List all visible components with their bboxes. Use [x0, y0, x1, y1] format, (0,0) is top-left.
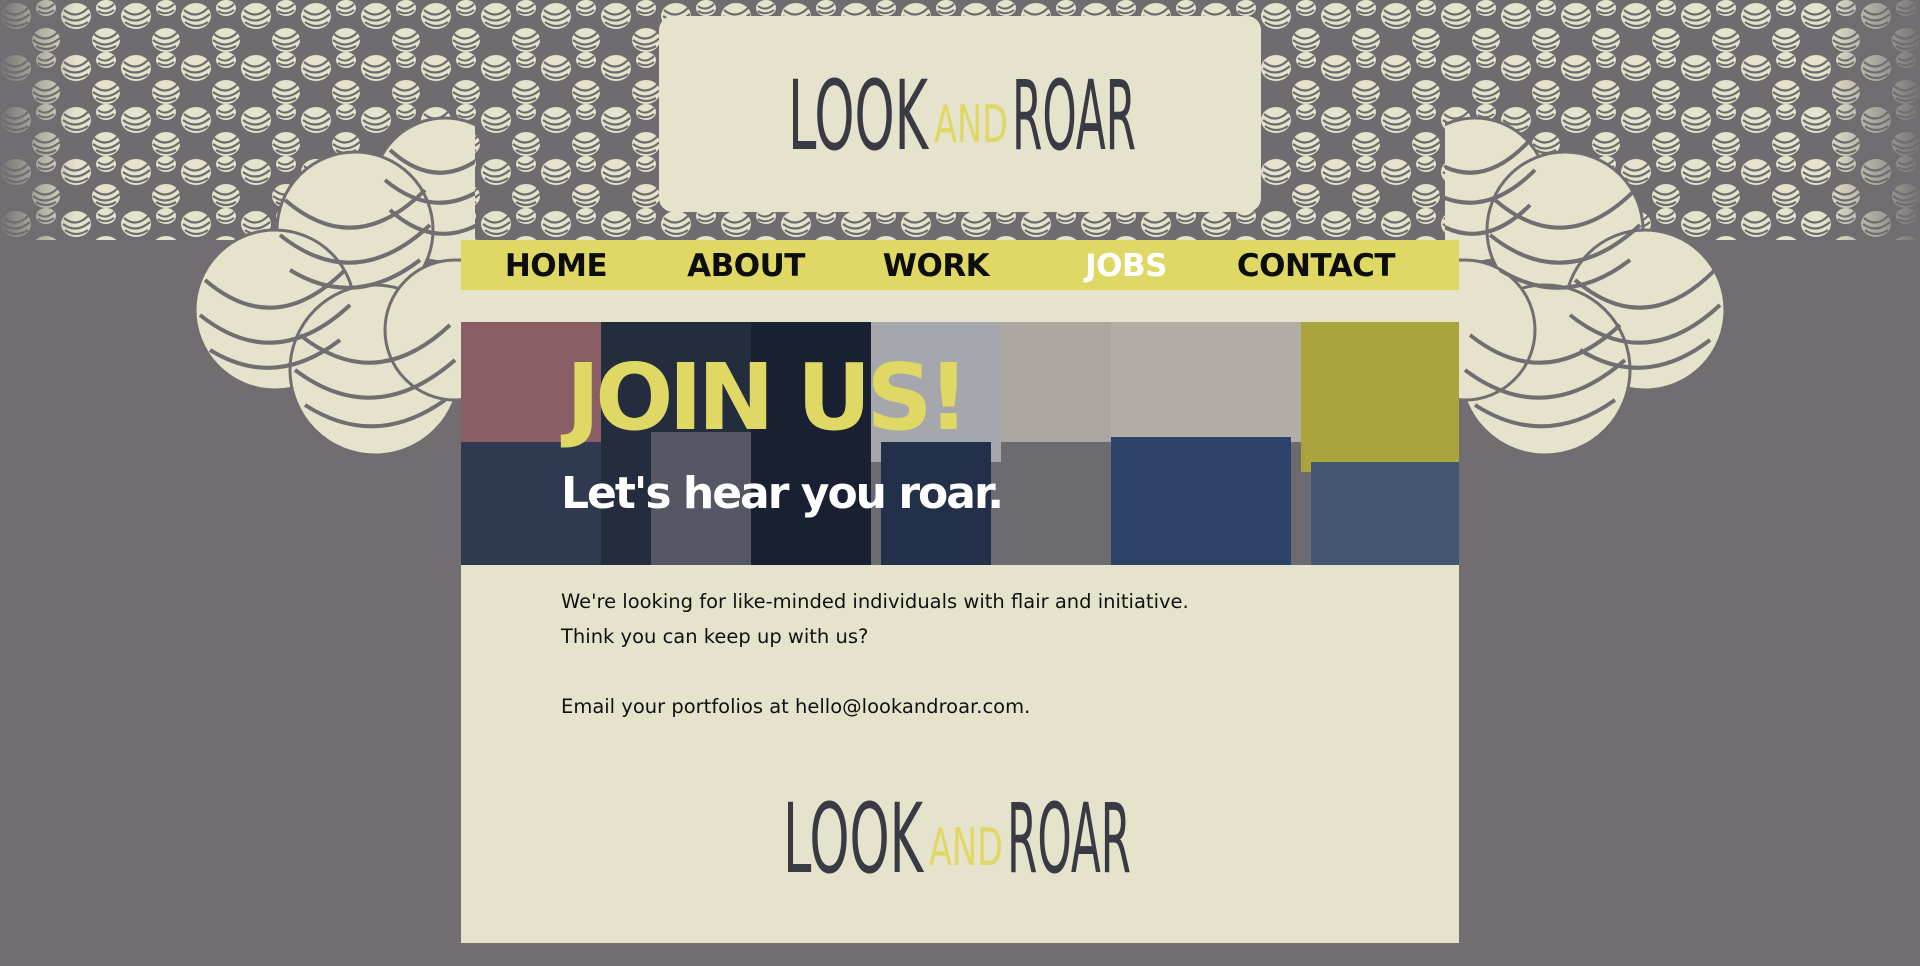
- footer-logo-icon: LOOK AND ROAR: [783, 783, 1131, 890]
- intro-line-2: Think you can keep up with us?: [561, 625, 869, 648]
- nav-item-home[interactable]: HOME: [461, 240, 651, 290]
- nav-item-contact[interactable]: CONTACT: [1221, 240, 1411, 290]
- hero-subtitle: Let's hear you roar.: [561, 468, 1004, 519]
- nav-item-about[interactable]: ABOUT: [651, 240, 841, 290]
- look-and-roar-logo-icon: LOOK AND ROAR: [788, 60, 1136, 172]
- nav-spacer: [461, 290, 1459, 322]
- footer-logo-word-look: LOOK: [783, 783, 924, 890]
- hero-title: JOIN US!: [566, 344, 970, 451]
- footer-logo-word-roar: ROAR: [1007, 783, 1131, 890]
- hero-banner: JOIN US! Let's hear you roar.: [461, 322, 1459, 565]
- logo-word-roar: ROAR: [1012, 60, 1136, 172]
- left-yarn-decoration-icon: [193, 116, 475, 457]
- nav-item-jobs[interactable]: JOBS: [1031, 240, 1221, 290]
- intro-line-1: We're looking for like-minded individual…: [561, 590, 1189, 613]
- main-nav: HOME ABOUT WORK JOBS CONTACT: [461, 240, 1459, 290]
- logo-word-look: LOOK: [788, 60, 929, 172]
- footer-logo-word-and: AND: [929, 818, 1003, 878]
- nav-item-work[interactable]: WORK: [841, 240, 1031, 290]
- jobs-content: We're looking for like-minded individual…: [461, 565, 1459, 943]
- right-yarn-decoration-icon: [1445, 116, 1727, 457]
- header-logo[interactable]: LOOK AND ROAR: [659, 16, 1261, 212]
- logo-word-and: AND: [934, 95, 1008, 155]
- email-instruction: Email your portfolios at hello@lookandro…: [561, 695, 1031, 718]
